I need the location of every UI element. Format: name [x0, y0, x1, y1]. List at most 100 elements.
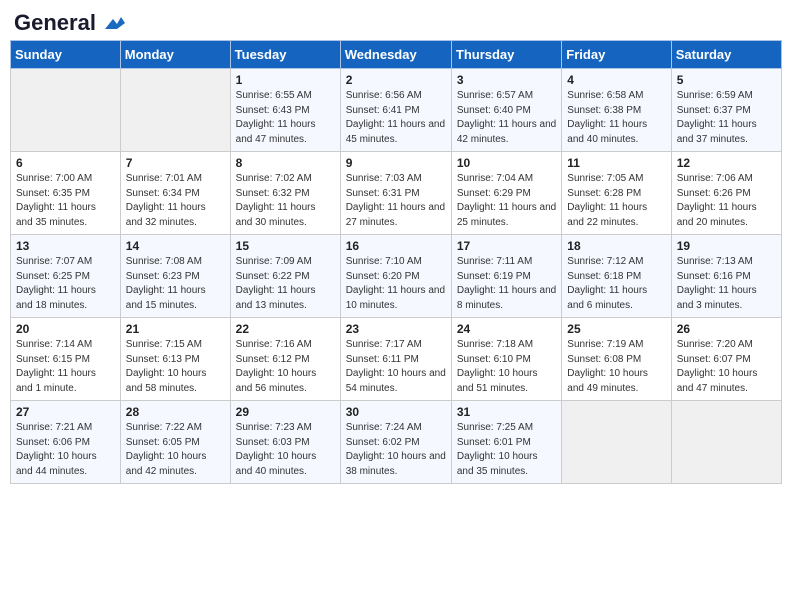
weekday-header-thursday: Thursday — [451, 41, 561, 69]
calendar-cell: 31 Sunrise: 7:25 AM Sunset: 6:01 PM Dayli… — [451, 401, 561, 484]
day-number: 10 — [457, 156, 556, 170]
day-info: Sunrise: 7:14 AM Sunset: 6:15 PM Dayligh… — [16, 338, 115, 396]
calendar-cell — [562, 401, 671, 484]
calendar-cell: 26Sunrise: 7:20 AM Sunset: 6:07 PM Dayli… — [671, 318, 781, 401]
calendar-cell: 20 Sunrise: 7:14 AM Sunset: 6:15 PM Dayli… — [11, 318, 121, 401]
day-number: 30 — [346, 405, 446, 419]
day-info: Sunrise: 7:06 AM Sunset: 6:26 PM Dayligh… — [677, 172, 776, 230]
day-info: Sunrise: 6:55 AM Sunset: 6:43 PM Dayligh… — [236, 89, 335, 147]
day-number: 7 — [126, 156, 225, 170]
day-info: Sunrise: 7:18 AM Sunset: 6:10 PM Dayligh… — [457, 338, 556, 396]
calendar-cell: 11Sunrise: 7:05 AM Sunset: 6:28 PM Dayli… — [562, 152, 671, 235]
calendar-body: 1 Sunrise: 6:55 AM Sunset: 6:43 PM Daylig… — [11, 69, 782, 484]
day-number: 24 — [457, 322, 556, 336]
calendar-cell: 30 Sunrise: 7:24 AM Sunset: 6:02 PM Dayli… — [340, 401, 451, 484]
calendar-cell: 23Sunrise: 7:17 AM Sunset: 6:11 PM Dayli… — [340, 318, 451, 401]
day-info: Sunrise: 6:56 AM Sunset: 6:41 PM Dayligh… — [346, 89, 446, 147]
logo-bird-icon — [103, 15, 125, 33]
day-info: Sunrise: 7:11 AM Sunset: 6:19 PM Dayligh… — [457, 255, 556, 313]
calendar-cell: 21Sunrise: 7:15 AM Sunset: 6:13 PM Dayli… — [120, 318, 230, 401]
day-number: 26 — [677, 322, 776, 336]
day-number: 3 — [457, 73, 556, 87]
calendar-cell: 19 Sunrise: 7:13 AM Sunset: 6:16 PM Dayli… — [671, 235, 781, 318]
day-number: 12 — [677, 156, 776, 170]
day-number: 17 — [457, 239, 556, 253]
calendar-cell: 2 Sunrise: 6:56 AM Sunset: 6:41 PM Daylig… — [340, 69, 451, 152]
calendar-cell: 1 Sunrise: 6:55 AM Sunset: 6:43 PM Daylig… — [230, 69, 340, 152]
weekday-header-row: SundayMondayTuesdayWednesdayThursdayFrid… — [11, 41, 782, 69]
calendar-cell: 15 Sunrise: 7:09 AM Sunset: 6:22 PM Dayli… — [230, 235, 340, 318]
day-info: Sunrise: 7:01 AM Sunset: 6:34 PM Dayligh… — [126, 172, 225, 230]
day-number: 28 — [126, 405, 225, 419]
day-number: 13 — [16, 239, 115, 253]
day-number: 23 — [346, 322, 446, 336]
day-info: Sunrise: 7:03 AM Sunset: 6:31 PM Dayligh… — [346, 172, 446, 230]
day-info: Sunrise: 7:04 AM Sunset: 6:29 PM Dayligh… — [457, 172, 556, 230]
day-info: Sunrise: 7:00 AM Sunset: 6:35 PM Dayligh… — [16, 172, 115, 230]
calendar-week-row: 1 Sunrise: 6:55 AM Sunset: 6:43 PM Daylig… — [11, 69, 782, 152]
calendar-cell — [11, 69, 121, 152]
calendar-header: SundayMondayTuesdayWednesdayThursdayFrid… — [11, 41, 782, 69]
day-info: Sunrise: 7:05 AM Sunset: 6:28 PM Dayligh… — [567, 172, 665, 230]
calendar-cell: 9 Sunrise: 7:03 AM Sunset: 6:31 PM Daylig… — [340, 152, 451, 235]
day-number: 27 — [16, 405, 115, 419]
calendar-cell: 17 Sunrise: 7:11 AM Sunset: 6:19 PM Dayli… — [451, 235, 561, 318]
day-info: Sunrise: 7:07 AM Sunset: 6:25 PM Dayligh… — [16, 255, 115, 313]
calendar-cell: 18 Sunrise: 7:12 AM Sunset: 6:18 PM Dayli… — [562, 235, 671, 318]
calendar-cell: 13 Sunrise: 7:07 AM Sunset: 6:25 PM Dayli… — [11, 235, 121, 318]
day-number: 4 — [567, 73, 665, 87]
day-number: 19 — [677, 239, 776, 253]
day-info: Sunrise: 7:24 AM Sunset: 6:02 PM Dayligh… — [346, 421, 446, 479]
day-info: Sunrise: 7:16 AM Sunset: 6:12 PM Dayligh… — [236, 338, 335, 396]
weekday-header-wednesday: Wednesday — [340, 41, 451, 69]
day-info: Sunrise: 7:08 AM Sunset: 6:23 PM Dayligh… — [126, 255, 225, 313]
calendar-cell: 5Sunrise: 6:59 AM Sunset: 6:37 PM Daylig… — [671, 69, 781, 152]
day-info: Sunrise: 7:23 AM Sunset: 6:03 PM Dayligh… — [236, 421, 335, 479]
day-info: Sunrise: 7:02 AM Sunset: 6:32 PM Dayligh… — [236, 172, 335, 230]
day-number: 2 — [346, 73, 446, 87]
calendar-cell: 28Sunrise: 7:22 AM Sunset: 6:05 PM Dayli… — [120, 401, 230, 484]
day-number: 14 — [126, 239, 225, 253]
logo: General — [14, 10, 125, 32]
day-info: Sunrise: 6:57 AM Sunset: 6:40 PM Dayligh… — [457, 89, 556, 147]
day-number: 25 — [567, 322, 665, 336]
page-header: General — [10, 10, 782, 32]
day-number: 18 — [567, 239, 665, 253]
day-info: Sunrise: 7:09 AM Sunset: 6:22 PM Dayligh… — [236, 255, 335, 313]
day-number: 6 — [16, 156, 115, 170]
weekday-header-friday: Friday — [562, 41, 671, 69]
day-number: 29 — [236, 405, 335, 419]
weekday-header-saturday: Saturday — [671, 41, 781, 69]
calendar-cell: 12 Sunrise: 7:06 AM Sunset: 6:26 PM Dayli… — [671, 152, 781, 235]
weekday-header-tuesday: Tuesday — [230, 41, 340, 69]
day-info: Sunrise: 6:59 AM Sunset: 6:37 PM Dayligh… — [677, 89, 776, 147]
calendar-week-row: 13 Sunrise: 7:07 AM Sunset: 6:25 PM Dayli… — [11, 235, 782, 318]
calendar-cell: 27 Sunrise: 7:21 AM Sunset: 6:06 PM Dayli… — [11, 401, 121, 484]
weekday-header-monday: Monday — [120, 41, 230, 69]
day-info: Sunrise: 7:15 AM Sunset: 6:13 PM Dayligh… — [126, 338, 225, 396]
day-number: 9 — [346, 156, 446, 170]
day-info: Sunrise: 7:25 AM Sunset: 6:01 PM Dayligh… — [457, 421, 556, 479]
day-info: Sunrise: 7:12 AM Sunset: 6:18 PM Dayligh… — [567, 255, 665, 313]
day-info: Sunrise: 7:10 AM Sunset: 6:20 PM Dayligh… — [346, 255, 446, 313]
calendar-cell — [120, 69, 230, 152]
day-number: 20 — [16, 322, 115, 336]
day-info: Sunrise: 7:13 AM Sunset: 6:16 PM Dayligh… — [677, 255, 776, 313]
calendar-cell: 7 Sunrise: 7:01 AM Sunset: 6:34 PM Daylig… — [120, 152, 230, 235]
calendar-week-row: 6 Sunrise: 7:00 AM Sunset: 6:35 PM Daylig… — [11, 152, 782, 235]
day-number: 15 — [236, 239, 335, 253]
day-info: Sunrise: 6:58 AM Sunset: 6:38 PM Dayligh… — [567, 89, 665, 147]
calendar-cell: 6 Sunrise: 7:00 AM Sunset: 6:35 PM Daylig… — [11, 152, 121, 235]
calendar-cell: 8 Sunrise: 7:02 AM Sunset: 6:32 PM Daylig… — [230, 152, 340, 235]
day-number: 31 — [457, 405, 556, 419]
day-number: 1 — [236, 73, 335, 87]
day-info: Sunrise: 7:21 AM Sunset: 6:06 PM Dayligh… — [16, 421, 115, 479]
calendar-cell: 22 Sunrise: 7:16 AM Sunset: 6:12 PM Dayli… — [230, 318, 340, 401]
calendar-cell — [671, 401, 781, 484]
weekday-header-sunday: Sunday — [11, 41, 121, 69]
day-number: 22 — [236, 322, 335, 336]
calendar-cell: 10 Sunrise: 7:04 AM Sunset: 6:29 PM Dayli… — [451, 152, 561, 235]
calendar-cell: 29 Sunrise: 7:23 AM Sunset: 6:03 PM Dayli… — [230, 401, 340, 484]
calendar-cell: 4 Sunrise: 6:58 AM Sunset: 6:38 PM Daylig… — [562, 69, 671, 152]
day-number: 8 — [236, 156, 335, 170]
